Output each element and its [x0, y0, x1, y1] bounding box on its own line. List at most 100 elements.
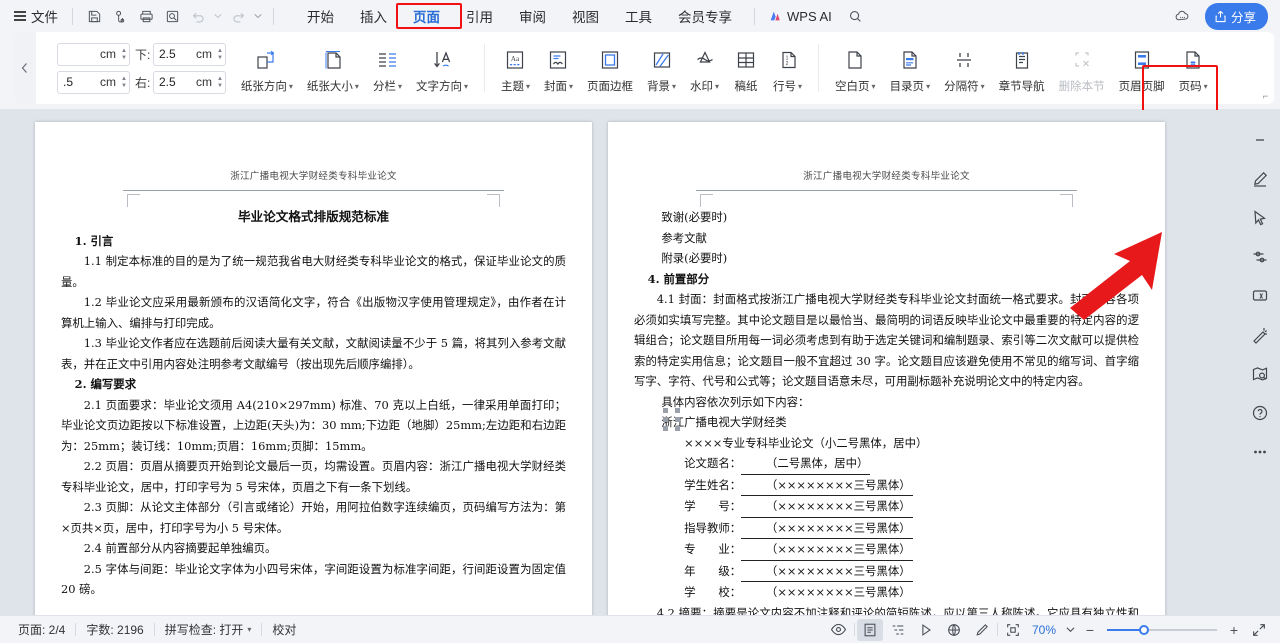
- tab-page[interactable]: 页面: [400, 2, 453, 30]
- zoom-out-button[interactable]: −: [1080, 622, 1100, 638]
- fullscreen-icon[interactable]: [1246, 619, 1272, 641]
- theme-button[interactable]: Aa 主题 ▾: [494, 36, 537, 100]
- ribbon-collapse-button[interactable]: [14, 32, 36, 104]
- search-icon[interactable]: [848, 9, 863, 24]
- minimize-icon[interactable]: [1246, 126, 1274, 154]
- help-icon[interactable]: [1246, 399, 1274, 427]
- margin-left-input[interactable]: .5 cm ▲ ▼: [57, 70, 130, 94]
- cover-field-value: （××××××××三号黑体）: [741, 539, 913, 561]
- margin-right-label: 右:: [134, 75, 151, 90]
- eye-preview-icon[interactable]: [826, 619, 852, 641]
- pen-annotate-icon[interactable]: [969, 619, 995, 641]
- page-body-left[interactable]: 毕业论文格式排版规范标准 1. 引言 1.1 制定本标准的目的是为了统一规范我省…: [35, 191, 592, 600]
- tab-review[interactable]: 审阅: [506, 2, 559, 30]
- proofread-button[interactable]: 校对: [262, 621, 306, 638]
- columns-button[interactable]: 分栏 ▾: [366, 36, 409, 100]
- margin-right-unit: cm: [195, 75, 212, 89]
- doc-paragraph: 4.1 封面：封面格式按浙江广播电视大学财经类专科毕业论文封面统一格式要求。封面…: [634, 292, 1139, 388]
- svg-text:Aa: Aa: [511, 55, 520, 63]
- cover-field-row: ××××专业专科毕业论文（小二号黑体，居中）: [634, 433, 1139, 454]
- margin-bottom-input[interactable]: 2.5 cm ▲ ▼: [152, 42, 226, 66]
- highlighter-icon[interactable]: [1246, 282, 1274, 310]
- print-preview-icon[interactable]: [159, 4, 185, 28]
- undo-caret-icon[interactable]: [211, 4, 225, 28]
- paper-size-button[interactable]: 纸张大小 ▾: [300, 36, 366, 100]
- page-number-button[interactable]: 页码 ▾: [1172, 36, 1215, 100]
- page-border-button[interactable]: 页面边框: [580, 36, 640, 100]
- document-page-right[interactable]: 浙江广播电视大学财经类专科毕业论文 致谢(必要时) 参考文献 附录(必要时) 4…: [608, 122, 1165, 615]
- spellcheck-toggle[interactable]: 拼写检查: 打开 ▾: [155, 621, 262, 638]
- wps-ai-button[interactable]: WPS AI: [764, 6, 836, 27]
- cloud-sync-icon[interactable]: [107, 4, 133, 28]
- margin-right-stepper[interactable]: ▲ ▼: [217, 76, 223, 89]
- cloud-status-icon[interactable]: [1171, 4, 1195, 28]
- cover-page-label: 封面: [543, 81, 567, 93]
- margin-right-input[interactable]: 2.5 cm ▲ ▼: [152, 70, 226, 94]
- zoom-dropdown-icon[interactable]: [1062, 619, 1078, 641]
- status-bar: 页面: 2/4 字数: 2196 拼写检查: 打开 ▾ 校对 70% − +: [0, 615, 1280, 643]
- chapter-nav-button[interactable]: 章节导航: [992, 36, 1052, 100]
- header-footer-button[interactable]: 页眉页脚: [1112, 36, 1172, 100]
- share-icon: [1215, 10, 1226, 22]
- zoom-slider-knob[interactable]: [1139, 624, 1149, 635]
- delete-section-button[interactable]: 删除本节: [1052, 36, 1112, 100]
- tab-tools[interactable]: 工具: [612, 2, 665, 30]
- redo-caret-icon[interactable]: [251, 4, 265, 28]
- page-indicator[interactable]: 页面: 2/4: [8, 621, 75, 638]
- tab-insert[interactable]: 插入: [347, 2, 400, 30]
- presentation-view-icon[interactable]: [913, 619, 939, 641]
- cover-field-value: （××××××××三号黑体）: [741, 518, 913, 539]
- margin-left-stepper[interactable]: ▲ ▼: [121, 76, 127, 89]
- zoom-level-value[interactable]: 70%: [1028, 623, 1060, 637]
- print-icon[interactable]: [133, 4, 159, 28]
- word-count[interactable]: 字数: 2196: [76, 621, 153, 638]
- doc-paragraph: 2.1 页面要求：毕业论文须用 A4(210×297mm) 标准、70 克以上白…: [61, 397, 566, 453]
- more-options-icon[interactable]: [1246, 438, 1274, 466]
- fit-screen-icon[interactable]: [1000, 619, 1026, 641]
- margin-top-input[interactable]: cm ▲ ▼: [57, 42, 130, 66]
- magic-wand-icon[interactable]: [1246, 321, 1274, 349]
- text-direction-button[interactable]: 文字方向 ▾: [409, 36, 475, 100]
- line-number-icon: 1 2: [776, 42, 800, 72]
- map-search-icon[interactable]: [1246, 360, 1274, 388]
- document-page-left[interactable]: 浙江广播电视大学财经类专科毕业论文 毕业论文格式排版规范标准 1. 引言 1.1…: [35, 122, 592, 615]
- cover-field-key: 年 级：: [684, 563, 742, 578]
- tab-start[interactable]: 开始: [294, 2, 347, 30]
- undo-icon[interactable]: [185, 4, 211, 28]
- separator-button[interactable]: 分隔符 ▾: [937, 36, 992, 100]
- watermark-button[interactable]: 水印 ▾: [683, 36, 726, 100]
- zoom-in-button[interactable]: +: [1224, 622, 1244, 638]
- cover-field-row: 指导教师： （××××××××三号黑体）: [634, 518, 1139, 539]
- page-body-right[interactable]: 致谢(必要时) 参考文献 附录(必要时) 4. 前置部分 4.1 封面：封面格式…: [608, 191, 1165, 615]
- pen-edit-icon[interactable]: [1246, 165, 1274, 193]
- page-view-icon[interactable]: [856, 618, 883, 641]
- redo-icon[interactable]: [225, 4, 251, 28]
- document-canvas[interactable]: 浙江广播电视大学财经类专科毕业论文 毕业论文格式排版规范标准 1. 引言 1.1…: [0, 110, 1280, 615]
- wps-ai-label: WPS AI: [787, 8, 832, 24]
- tab-reference[interactable]: 引用: [453, 2, 506, 30]
- page-setup-dialog-launcher[interactable]: ⌐: [1263, 91, 1268, 101]
- adjust-settings-icon[interactable]: [1246, 243, 1274, 271]
- blank-page-button[interactable]: 空白页 ▾: [828, 36, 883, 100]
- cursor-select-icon[interactable]: [1246, 204, 1274, 232]
- share-button[interactable]: 分享: [1204, 2, 1268, 30]
- manuscript-grid-button[interactable]: 稿纸: [726, 36, 766, 100]
- line-number-button[interactable]: 1 2 行号 ▾: [766, 36, 809, 100]
- file-menu-button[interactable]: 文件: [8, 3, 64, 29]
- page-drag-handle[interactable]: [663, 408, 681, 431]
- cover-field-key: ××××专业专科毕业论文（小二号黑体，居中）: [684, 435, 928, 450]
- save-icon[interactable]: [81, 4, 107, 28]
- cover-page-button[interactable]: 封面 ▾: [537, 36, 580, 100]
- background-button[interactable]: 背景 ▾: [640, 36, 683, 100]
- paper-size-icon: [321, 42, 345, 72]
- tab-member[interactable]: 会员专享: [665, 2, 745, 30]
- tab-view[interactable]: 视图: [559, 2, 612, 30]
- paper-orientation-button[interactable]: 纸张方向 ▾: [234, 36, 300, 100]
- header-footer-icon: [1130, 42, 1154, 72]
- margin-top-stepper[interactable]: ▲ ▼: [121, 48, 127, 61]
- toc-page-button[interactable]: 目录页 ▾: [883, 36, 938, 100]
- outline-view-icon[interactable]: [885, 619, 911, 641]
- margin-bottom-stepper[interactable]: ▲ ▼: [217, 48, 223, 61]
- zoom-slider[interactable]: [1107, 623, 1217, 637]
- web-view-icon[interactable]: [941, 619, 967, 641]
